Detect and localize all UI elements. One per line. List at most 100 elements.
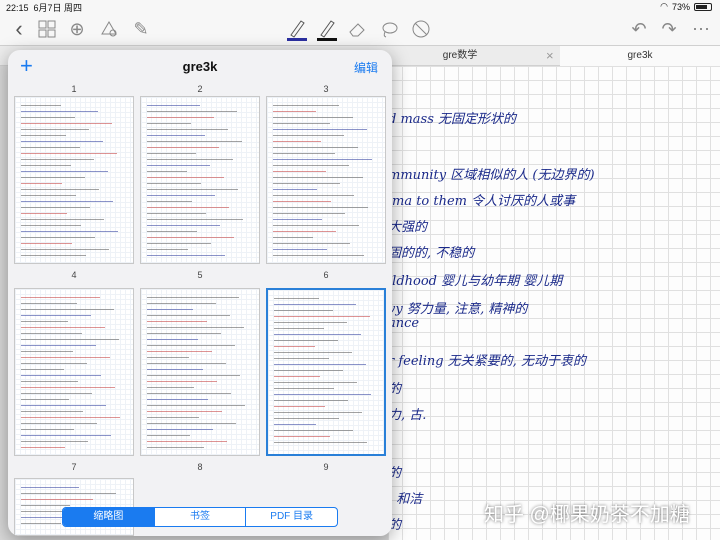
segment-pdf-outline[interactable]: PDF 目录 — [246, 508, 337, 526]
thumbnail-text-line — [21, 369, 64, 370]
lasso-icon[interactable] — [376, 16, 402, 42]
thumbnail-text-line — [273, 105, 339, 106]
thumbnail-text-line — [147, 141, 242, 142]
thumbnail-text-line — [274, 370, 343, 371]
thumbnail-text-line — [274, 400, 348, 401]
thumbnail-text-line — [273, 231, 336, 232]
thumbnail-text-line — [147, 159, 233, 160]
thumbnail-text-line — [21, 219, 104, 220]
no-touch-icon[interactable] — [408, 16, 434, 42]
thumbnail-text-line — [21, 171, 108, 172]
shapes-icon[interactable] — [96, 16, 122, 42]
pencil-icon[interactable] — [314, 16, 340, 42]
thumbnail-text-line — [21, 487, 79, 488]
thumbnail-text-line — [273, 213, 345, 214]
thumbnail-text-line — [273, 129, 367, 130]
note-line: d mass 无固定形状的 — [388, 112, 517, 127]
thumbnail-text-line — [274, 352, 352, 353]
grid-icon[interactable] — [34, 16, 60, 42]
thumbnail-text-line — [21, 493, 116, 494]
thumbnail-text-line — [147, 381, 217, 382]
thumbnail-text-line — [147, 411, 222, 412]
thumbnail-text-line — [273, 195, 354, 196]
thumbnail-text-line — [21, 357, 110, 358]
page-thumbnail-selected[interactable] — [266, 288, 386, 456]
add-circle-icon[interactable]: ⊕ — [64, 16, 90, 42]
thumbnail-text-line — [21, 141, 103, 142]
thumbnail-text-line — [274, 346, 315, 347]
thumbnail-text-line — [273, 183, 340, 184]
thumbnail-text-line — [273, 201, 331, 202]
note-line: ma to them 令人讨厌的人或事 — [392, 194, 576, 209]
page-thumbnail[interactable] — [266, 96, 386, 264]
pen-icon[interactable] — [284, 16, 310, 42]
note-line: , 和洁 — [388, 492, 423, 507]
thumbnail-text-line — [273, 165, 349, 166]
popover-header: + gre3k 编辑 — [8, 50, 392, 84]
page-number: 6 — [323, 270, 329, 280]
thumbnail-text-line — [21, 435, 111, 436]
thumbnail-text-line — [147, 189, 238, 190]
close-tab-icon[interactable]: × — [546, 48, 554, 63]
thumbnail-text-line — [21, 201, 113, 202]
edit-button[interactable]: 编辑 — [354, 59, 378, 76]
page-number: 8 — [197, 462, 203, 472]
thumbnail-text-line — [147, 423, 236, 424]
page-thumbnail[interactable] — [140, 288, 260, 456]
thumbnail-text-line — [147, 207, 229, 208]
thumbnail-text-line — [147, 117, 214, 118]
thumbnail-text-line — [21, 327, 105, 328]
thumbnail-text-line — [21, 225, 81, 226]
eraser-icon[interactable] — [344, 16, 370, 42]
thumbnail-text-line — [147, 345, 235, 346]
thumbnail-grid: 1 2 3 4 5 6 7 8 9 — [8, 84, 392, 536]
thumbnail-text-line — [21, 159, 94, 160]
note-line: 大强的 — [388, 220, 428, 235]
thumbnail-text-line — [21, 315, 91, 316]
thumbnail-text-line — [21, 213, 67, 214]
page-thumbnail[interactable] — [140, 96, 260, 264]
tab-gre3k[interactable]: gre3k — [560, 46, 720, 66]
thumbnail-text-line — [147, 237, 234, 238]
thumbnail-text-line — [147, 165, 210, 166]
thumbnail-text-line — [147, 375, 240, 376]
notebook-page[interactable]: d mass 无固定形状的 mmunity 区域相似的人 (无边界的) ma t… — [388, 66, 720, 540]
thumbnail-text-line — [21, 117, 75, 118]
thumbnail-text-line — [147, 147, 219, 148]
page-number: 2 — [197, 84, 203, 94]
thumbnail-text-line — [273, 177, 363, 178]
thumbnail-text-line — [274, 322, 347, 323]
thumbnail-text-line — [273, 147, 358, 148]
more-icon[interactable]: ⋯ — [688, 16, 714, 42]
watermark: 知乎 @椰果奶茶不加糖 — [484, 504, 690, 526]
thumbnail-text-line — [21, 297, 100, 298]
thumbnail-text-line — [147, 363, 226, 364]
redo-icon[interactable]: ↷ — [656, 16, 682, 42]
note-line: 固的的, 不稳的 — [388, 246, 475, 261]
page-thumbnail[interactable] — [14, 96, 134, 264]
wifi-icon: ◠ — [660, 1, 668, 11]
edit-icon[interactable]: ✎ — [128, 16, 154, 42]
thumbnail-text-line — [21, 231, 118, 232]
thumbnail-text-line — [147, 405, 245, 406]
thumbnail-text-line — [147, 339, 198, 340]
thumbnail-text-line — [147, 429, 213, 430]
thumbnail-text-line — [21, 447, 65, 448]
thumbnail-text-line — [147, 441, 227, 442]
thumbnail-text-line — [274, 334, 361, 335]
thumbnail-text-line — [274, 430, 353, 431]
thumbnail-text-line — [274, 406, 325, 407]
segment-bookmarks[interactable]: 书签 — [155, 508, 247, 526]
thumbnail-text-line — [274, 436, 330, 437]
thumbnail-text-line — [273, 249, 327, 250]
thumbnail-text-line — [274, 310, 333, 311]
thumbnail-text-line — [21, 381, 78, 382]
undo-icon[interactable]: ↶ — [626, 16, 652, 42]
tab-gre-math[interactable]: gre数学 — [380, 46, 540, 66]
page-thumbnail[interactable] — [14, 288, 134, 456]
thumbnail-text-line — [21, 249, 109, 250]
thumbnail-text-line — [21, 303, 77, 304]
back-icon[interactable]: ‹ — [6, 16, 32, 42]
popover-title: gre3k — [182, 59, 218, 74]
segment-thumbnails[interactable]: 缩略图 — [63, 508, 155, 526]
